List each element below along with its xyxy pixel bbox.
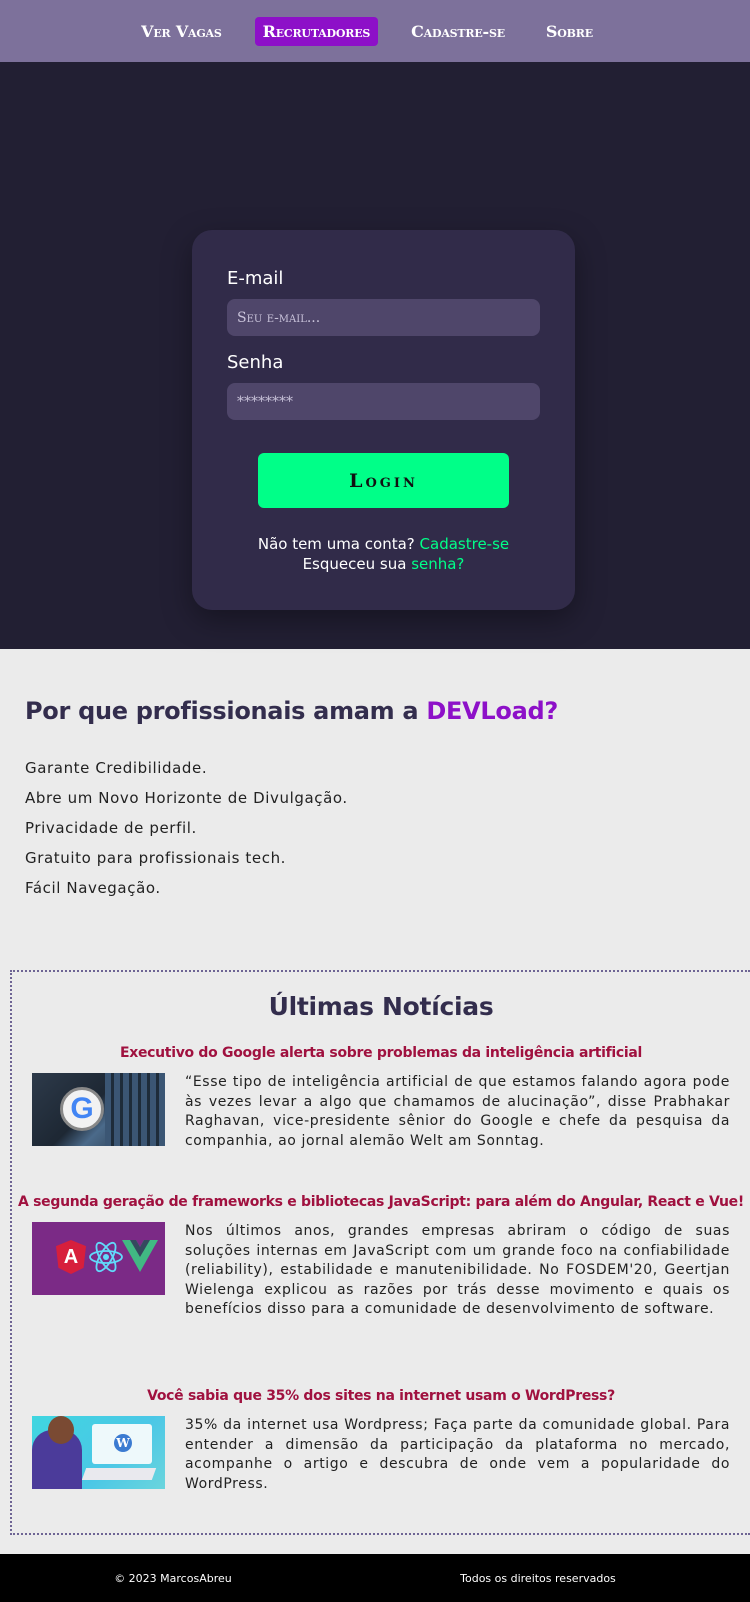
angular-react-vue-image[interactable]: A	[32, 1222, 165, 1295]
email-input[interactable]	[227, 299, 540, 336]
list-item: Privacidade de perfil.	[25, 819, 197, 837]
list-item: Garante Credibilidade.	[25, 759, 208, 777]
login-button[interactable]: Login	[258, 453, 509, 508]
footer-rights: Todos os direitos reservados	[460, 1571, 616, 1585]
brand-name: DEVLoad?	[426, 697, 558, 725]
signup-link[interactable]: Cadastre-se	[420, 535, 510, 553]
news-article: Executivo do Google alerta sobre problem…	[12, 1045, 750, 1151]
nav-cadastre-se[interactable]: Cadastre-se	[403, 17, 513, 46]
article-title[interactable]: Executivo do Google alerta sobre problem…	[12, 1045, 750, 1061]
react-icon	[89, 1241, 123, 1273]
forgot-text: Esqueceu sua	[302, 555, 407, 573]
list-item: Abre um Novo Horizonte de Divulgação.	[25, 789, 348, 807]
article-body: W 35% da internet usa Wordpress; Faça pa…	[12, 1416, 750, 1494]
angular-icon: A	[56, 1240, 86, 1274]
login-hero: E-mail Senha Login Não tem uma conta? Ca…	[0, 62, 750, 649]
article-text: 35% da internet usa Wordpress; Faça part…	[185, 1417, 730, 1492]
wordpress-illustration-image[interactable]: W	[32, 1416, 165, 1489]
account-links: Não tem uma conta? Cadastre-se Esqueceu …	[227, 534, 540, 574]
nav-sobre[interactable]: Sobre	[538, 17, 601, 46]
password-input[interactable]	[227, 383, 540, 420]
vue-icon	[122, 1240, 158, 1272]
list-item: Fácil Navegação.	[25, 879, 161, 897]
news-article: Você sabia que 35% dos sites na internet…	[12, 1388, 750, 1494]
nav-recrutadores[interactable]: Recrutadores	[254, 16, 379, 46]
news-section: Últimas Notícias Executivo do Google ale…	[10, 970, 750, 1535]
news-title: Últimas Notícias	[268, 992, 494, 1021]
building-stripes	[105, 1073, 165, 1146]
top-navbar: Ver Vagas Recrutadores Cadastre-se Sobre	[0, 0, 750, 62]
article-text: “Esse tipo de inteligência artificial de…	[185, 1074, 730, 1149]
wordpress-icon: W	[114, 1434, 132, 1452]
email-label: E-mail	[227, 268, 284, 289]
why-title: Por que profissionais amam a DEVLoad?	[25, 697, 725, 725]
article-body: A Nos últimos anos, grandes empresas abr…	[12, 1222, 750, 1320]
article-text: Nos últimos anos, grandes empresas abrir…	[185, 1223, 730, 1317]
news-article: A segunda geração de frameworks e biblio…	[12, 1194, 750, 1320]
article-body: G “Esse tipo de inteligência artificial …	[12, 1073, 750, 1151]
forgot-line: Esqueceu sua senha?	[227, 554, 540, 574]
nav-ver-vagas[interactable]: Ver Vagas	[133, 17, 230, 46]
forgot-password-link[interactable]: senha?	[411, 555, 464, 573]
article-title[interactable]: Você sabia que 35% dos sites na internet…	[12, 1388, 750, 1404]
footer-copyright: © 2023 MarcosAbreu	[114, 1571, 232, 1585]
password-label: Senha	[227, 352, 284, 373]
no-account-text: Não tem uma conta?	[257, 535, 415, 553]
page-footer: © 2023 MarcosAbreu Todos os direitos res…	[0, 1554, 750, 1602]
article-title[interactable]: A segunda geração de frameworks e biblio…	[12, 1194, 750, 1210]
person-head-shape	[48, 1416, 74, 1444]
list-item: Gratuito para profissionais tech.	[25, 849, 287, 867]
google-logo-image[interactable]: G	[32, 1073, 165, 1146]
why-title-prefix: Por que profissionais amam a	[25, 697, 427, 725]
login-card: E-mail Senha Login Não tem uma conta? Ca…	[192, 230, 575, 610]
why-section: Por que profissionais amam a DEVLoad? Ga…	[0, 649, 750, 970]
benefits-list: Garante Credibilidade. Abre um Novo Hori…	[25, 753, 725, 903]
keyboard-shape	[81, 1468, 157, 1480]
signup-line: Não tem uma conta? Cadastre-se	[227, 534, 540, 554]
google-icon: G	[60, 1087, 104, 1131]
